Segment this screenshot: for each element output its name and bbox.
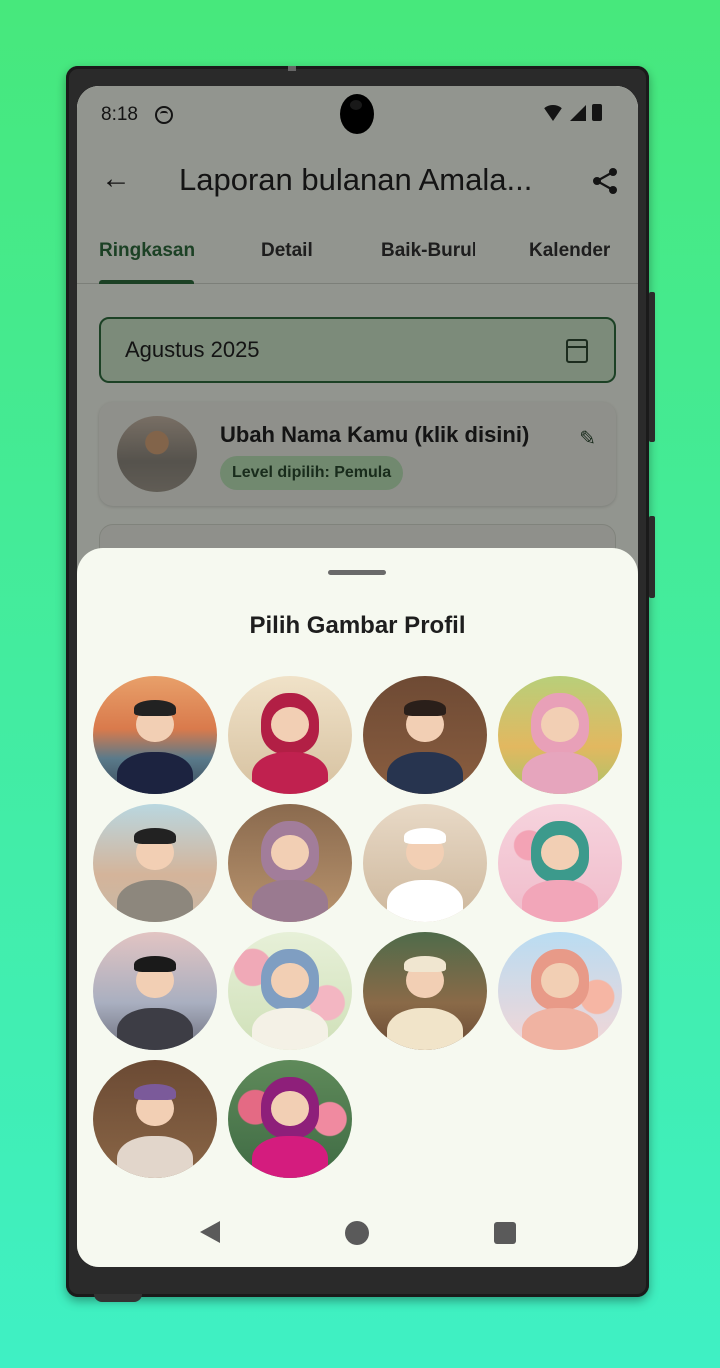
avatar-option-2[interactable] [228,676,352,794]
avatar-option-4[interactable] [498,676,622,794]
volume-button [649,516,655,598]
phone-top-nub [288,66,296,71]
sheet-title: Pilih Gambar Profil [249,612,466,639]
power-button [649,292,655,442]
avatar-option-1[interactable] [93,676,217,794]
avatar-option-8[interactable] [498,804,622,922]
avatar-grid [93,676,623,1178]
phone-screen: 8:18 ← Laporan bulanan Amala... Ringkasa… [77,86,638,1267]
avatar-option-14[interactable] [228,1060,352,1178]
phone-bottom-nub [94,1294,142,1302]
avatar-option-6[interactable] [228,804,352,922]
avatar-option-5[interactable] [93,804,217,922]
bottom-sheet: Pilih Gambar Profil [77,548,638,1267]
system-nav-bar [77,1197,638,1267]
drag-handle[interactable] [328,570,386,575]
avatar-option-9[interactable] [93,932,217,1050]
avatar-option-10[interactable] [228,932,352,1050]
avatar-option-12[interactable] [498,932,622,1050]
avatar-option-7[interactable] [363,804,487,922]
avatar-option-3[interactable] [363,676,487,794]
avatar-option-11[interactable] [363,932,487,1050]
nav-back-icon[interactable] [200,1221,220,1243]
nav-recent-apps-icon[interactable] [494,1222,516,1244]
nav-home-icon[interactable] [345,1221,369,1245]
avatar-option-13[interactable] [93,1060,217,1178]
